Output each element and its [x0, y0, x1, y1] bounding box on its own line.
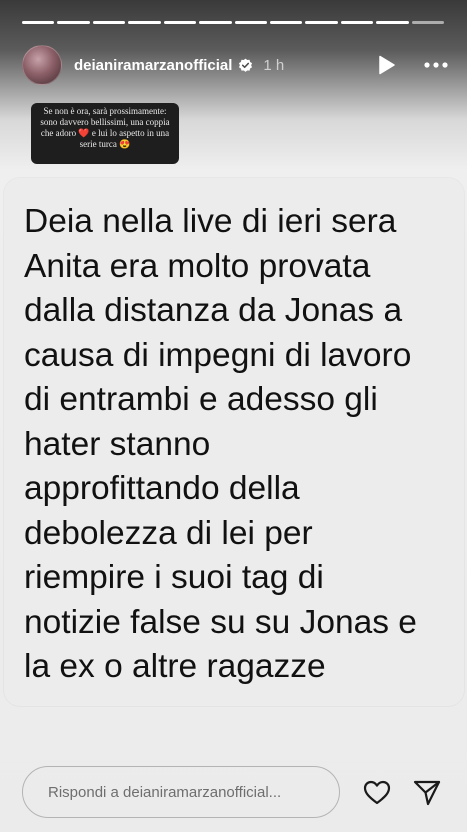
post-time: 1 h [263, 56, 285, 74]
username[interactable]: deianiramarzanofficial [74, 57, 232, 74]
story-progress-segment [57, 21, 90, 24]
heart-icon[interactable] [363, 780, 391, 805]
story-viewer: deianiramarzanofficial 1 h Se non è ora,… [0, 0, 467, 832]
quoted-text-box: Se non è ora, sarà prossimamente: sono d… [31, 103, 179, 164]
story-progress-segment [305, 21, 338, 24]
story-progress-segment [199, 21, 232, 24]
play-icon[interactable] [375, 54, 397, 76]
story-footer: Rispondi a deianiramarzanofficial... [0, 752, 467, 832]
story-header: deianiramarzanofficial 1 h [22, 43, 451, 87]
story-progress-segment [376, 21, 409, 24]
story-progress-segment [163, 21, 197, 24]
reply-placeholder: Rispondi a deianiramarzanofficial... [48, 783, 282, 801]
verified-badge-icon [239, 58, 253, 72]
story-progress-segment [269, 21, 303, 24]
send-icon[interactable] [413, 779, 441, 806]
story-progress-segment [92, 21, 126, 24]
avatar[interactable] [22, 45, 62, 85]
story-progress-segment [340, 21, 374, 24]
text-card: Deia nella live di ieri sera Anita era m… [4, 178, 464, 706]
more-options-icon[interactable] [423, 54, 449, 76]
story-progress-bar [22, 21, 445, 24]
story-progress-segment [411, 21, 445, 24]
story-text: Deia nella live di ieri sera Anita era m… [24, 203, 417, 685]
story-progress-segment [234, 21, 267, 24]
reply-input[interactable]: Rispondi a deianiramarzanofficial... [22, 766, 340, 818]
story-progress-segment [22, 21, 55, 24]
story-progress-segment [128, 21, 161, 24]
